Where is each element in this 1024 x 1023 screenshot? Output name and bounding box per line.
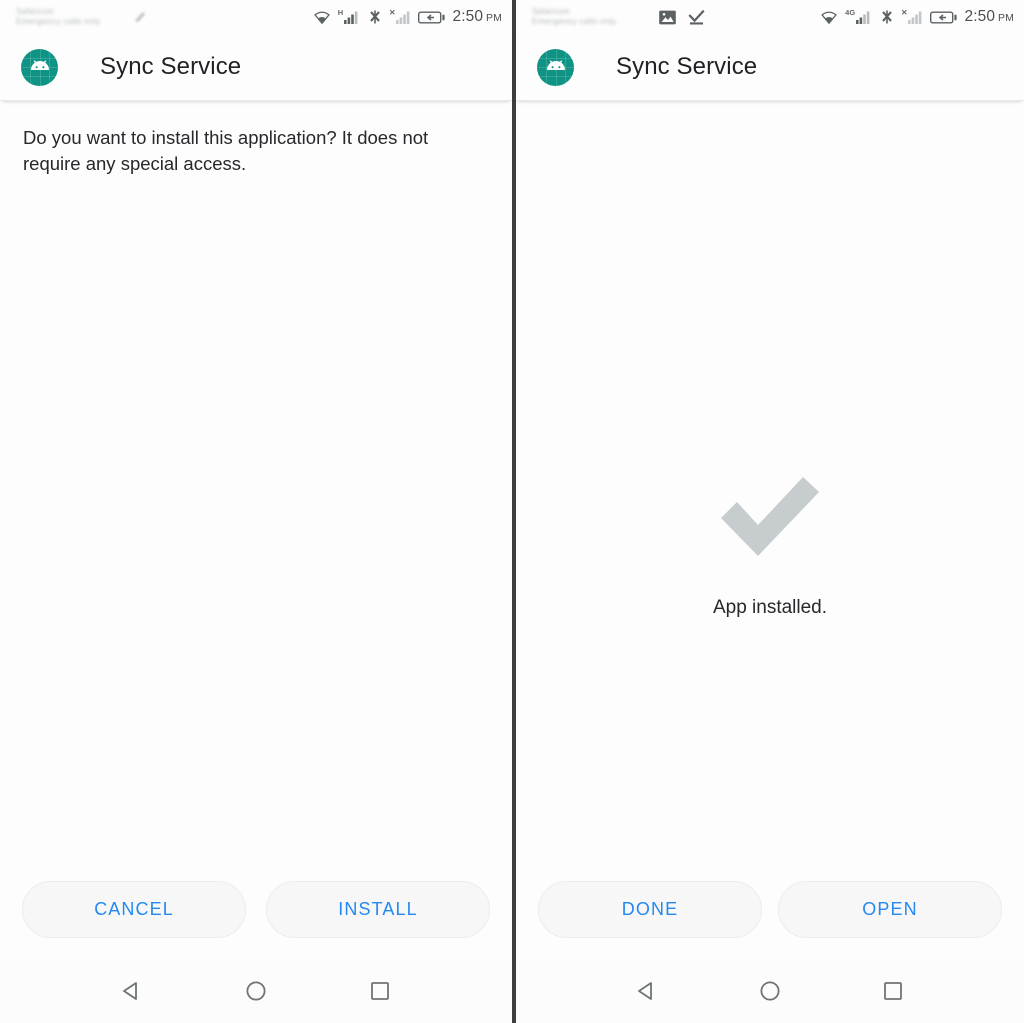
carrier-label: Safaricom Emergency calls only — [532, 7, 644, 26]
status-clock: 2:50 PM — [452, 8, 502, 26]
android-nav-bar — [516, 959, 1024, 1023]
battery-charging-icon — [418, 11, 446, 23]
screen-install-complete: Safaricom Emergency calls only 4G ✕ 2:50… — [512, 0, 1024, 1023]
app-bar: Sync Service — [516, 34, 1024, 101]
blurred-notification-icon — [135, 12, 145, 22]
android-nav-bar — [0, 959, 512, 1023]
install-prompt-text: Do you want to install this application?… — [23, 127, 429, 175]
status-icons-group: 4G ✕ 2:50 PM — [819, 8, 1014, 26]
screen-install-prompt: Safaricom Emergency calls only H ✕ 2:50 … — [0, 0, 512, 1023]
back-triangle-icon — [123, 982, 137, 1000]
bluetooth-off-icon — [882, 10, 892, 24]
network-type-label: H — [337, 8, 344, 17]
home-button[interactable] — [747, 968, 793, 1014]
home-button[interactable] — [233, 968, 279, 1014]
clock-time: 2:50 — [452, 8, 484, 25]
android-app-icon — [537, 48, 574, 86]
wifi-icon — [313, 11, 330, 25]
install-status-block: App installed. — [516, 473, 1024, 619]
content-area: Do you want to install this application?… — [0, 101, 512, 859]
content-area: App installed. — [516, 101, 1024, 859]
wifi-icon — [821, 11, 837, 25]
page-title: Sync Service — [100, 53, 242, 80]
image-icon — [659, 10, 676, 24]
dual-screenshot-container: Safaricom Emergency calls only H ✕ 2:50 … — [0, 0, 1024, 1023]
signal-off-icon: ✕ — [901, 8, 924, 24]
status-bar: Safaricom Emergency calls only H ✕ 2:50 … — [0, 0, 512, 34]
download-complete-icon — [688, 9, 705, 24]
carrier-label: Safaricom Emergency calls only — [16, 7, 128, 26]
done-button[interactable]: DONE — [538, 880, 762, 938]
recents-square-icon — [883, 982, 902, 1000]
battery-charging-icon — [930, 11, 958, 23]
action-button-row: CANCEL INSTALL — [0, 859, 512, 959]
status-clock: 2:50 PM — [964, 8, 1014, 26]
checkmark-icon — [721, 477, 819, 556]
clock-ampm: PM — [998, 12, 1014, 24]
recents-button[interactable] — [870, 968, 916, 1014]
back-button[interactable] — [624, 968, 670, 1014]
mobile-signal-icon: H — [337, 8, 360, 24]
signal-off-icon: ✕ — [389, 8, 412, 24]
android-app-icon — [21, 48, 58, 86]
app-bar: Sync Service — [0, 34, 512, 101]
carrier-line-2: Emergency calls only — [532, 15, 617, 26]
carrier-line-2: Emergency calls only — [16, 15, 101, 26]
cancel-button[interactable]: CANCEL — [22, 880, 246, 938]
mobile-signal-icon: 4G — [845, 8, 872, 24]
home-circle-icon — [760, 981, 780, 1001]
status-icons-group: H ✕ 2:50 PM — [312, 8, 502, 26]
page-title: Sync Service — [616, 53, 758, 80]
install-status-text: App installed. — [712, 597, 828, 618]
action-button-row: DONE OPEN — [516, 859, 1024, 959]
recents-button[interactable] — [357, 968, 403, 1014]
network-type-label: 4G — [845, 8, 856, 17]
recents-square-icon — [371, 982, 389, 1000]
home-circle-icon — [246, 981, 266, 1001]
clock-time: 2:50 — [964, 8, 996, 25]
back-triangle-icon — [638, 982, 653, 1000]
bluetooth-off-icon — [370, 10, 380, 24]
status-bar: Safaricom Emergency calls only 4G ✕ 2:50… — [516, 0, 1024, 34]
install-button[interactable]: INSTALL — [266, 880, 490, 938]
clock-ampm: PM — [486, 12, 502, 24]
back-button[interactable] — [109, 968, 155, 1014]
notification-icons-group — [658, 9, 706, 26]
open-button[interactable]: OPEN — [778, 880, 1002, 938]
